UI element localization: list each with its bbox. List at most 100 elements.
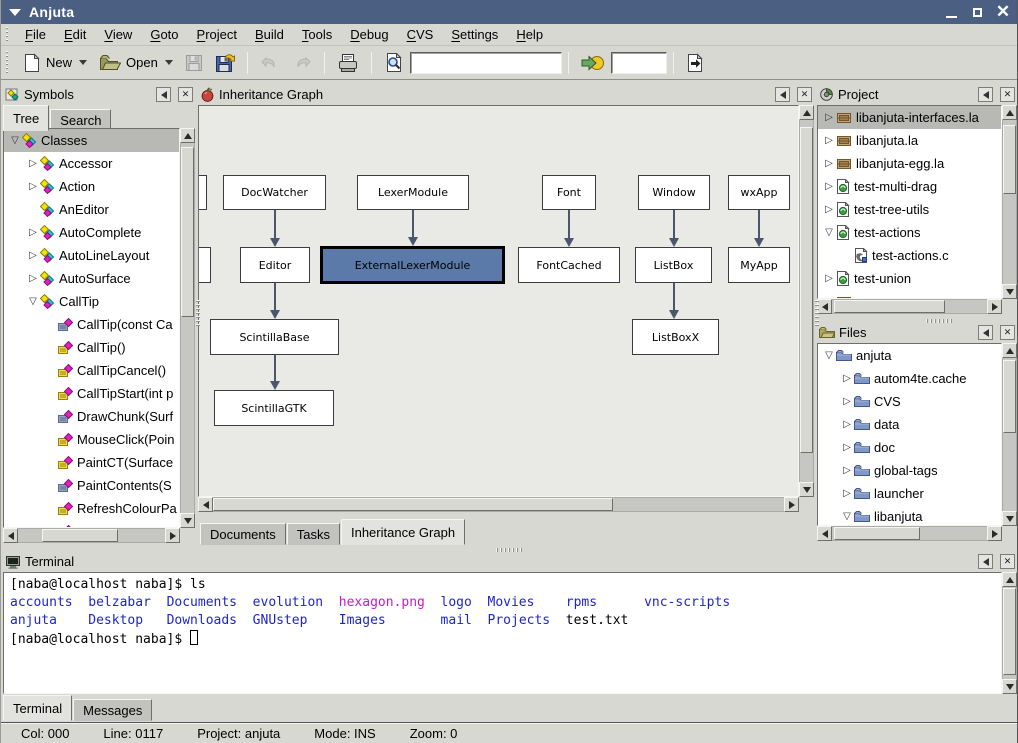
symbols-tab-tree[interactable]: Tree <box>3 105 49 131</box>
menu-item-settings[interactable]: Settings <box>442 25 507 44</box>
menu-item-cvs[interactable]: CVS <box>398 25 443 44</box>
close-icon[interactable]: ✕ <box>995 4 1011 20</box>
file-item-autom4te-cache[interactable]: ▷autom4te.cache <box>818 367 1001 390</box>
graph-node-listboxx[interactable]: ListBoxX <box>632 319 719 355</box>
expander-open-icon[interactable]: ▽ <box>840 512 854 522</box>
graph-node-myapp[interactable]: MyApp <box>728 247 790 283</box>
scrollbar-thumb[interactable] <box>213 498 613 511</box>
scroll-right-icon[interactable] <box>987 526 1002 541</box>
window-menu-icon[interactable] <box>7 4 23 20</box>
terminal-output[interactable]: [naba@localhost naba]$ lsaccounts belzab… <box>3 572 1002 694</box>
file-item-doc[interactable]: ▷doc <box>818 436 1001 459</box>
expander-closed-icon[interactable]: ▷ <box>840 443 854 453</box>
symbol-item-accessor[interactable]: ▷Accessor <box>4 152 179 175</box>
expander-closed-icon[interactable]: ▷ <box>822 205 836 215</box>
menu-item-tools[interactable]: Tools <box>293 25 341 44</box>
terminal-dock-button[interactable] <box>978 554 993 569</box>
graph-node-lexermodule[interactable]: LexerModule <box>357 175 469 210</box>
expander-closed-icon[interactable]: ▷ <box>26 159 40 169</box>
graph-node-scintillabase[interactable]: ScintillaBase <box>210 319 339 355</box>
file-item-launcher[interactable]: ▷launcher <box>818 482 1001 505</box>
scroll-up-icon[interactable] <box>799 105 814 120</box>
search-input[interactable] <box>410 52 562 74</box>
graph-dock-button[interactable] <box>775 87 790 102</box>
expander-closed-icon[interactable]: ▷ <box>26 182 40 192</box>
titlebar[interactable]: Anjuta ✕ <box>1 0 1017 24</box>
menu-item-build[interactable]: Build <box>246 25 293 44</box>
open-dropdown-icon[interactable] <box>165 60 173 65</box>
editor-tab-inheritance-graph[interactable]: Inheritance Graph <box>341 519 465 545</box>
scroll-right-icon[interactable] <box>165 528 180 543</box>
scroll-down-icon[interactable] <box>1002 284 1017 299</box>
scroll-down-icon[interactable] <box>1002 679 1017 694</box>
expander-closed-icon[interactable]: ▷ <box>822 113 836 123</box>
expander-closed-icon[interactable]: ▷ <box>822 274 836 284</box>
menu-item-view[interactable]: View <box>95 25 141 44</box>
scroll-down-icon[interactable] <box>1002 511 1017 526</box>
scrollbar-thumb[interactable] <box>834 300 946 313</box>
scrollbar-thumb[interactable] <box>42 529 118 542</box>
graph-node-item[interactable] <box>198 247 211 283</box>
scroll-up-icon[interactable] <box>180 128 195 143</box>
symbol-item-autosurface[interactable]: ▷AutoSurface <box>4 267 179 290</box>
scroll-left-icon[interactable] <box>3 528 18 543</box>
scroll-down-icon[interactable] <box>180 513 195 528</box>
scrollbar-thumb[interactable] <box>1003 588 1016 675</box>
vertical-scrollbar[interactable] <box>1002 572 1017 694</box>
scrollbar-trough[interactable] <box>18 528 165 543</box>
graph-close-button[interactable]: ✕ <box>797 87 812 102</box>
scroll-left-icon[interactable] <box>817 526 832 541</box>
expander-closed-icon[interactable]: ▷ <box>840 374 854 384</box>
graph-node-item[interactable] <box>198 175 207 210</box>
menu-item-help[interactable]: Help <box>507 25 552 44</box>
splitter-center-right[interactable] <box>815 300 819 326</box>
expander-closed-icon[interactable]: ▷ <box>822 182 836 192</box>
project-item-item[interactable] <box>818 290 1001 299</box>
project-dock-button[interactable] <box>978 87 993 102</box>
expander-open-icon[interactable]: ▽ <box>822 228 836 238</box>
scrollbar-trough[interactable] <box>1002 587 1017 679</box>
symbol-item-calltip[interactable]: ▽CallTip <box>4 290 179 313</box>
file-item-global-tags[interactable]: ▷global-tags <box>818 459 1001 482</box>
file-item-libanjuta[interactable]: ▽libanjuta <box>818 505 1001 526</box>
symbol-item-drawchunk-surf[interactable]: DrawChunk(Surf <box>4 405 179 428</box>
expander-open-icon[interactable]: ▽ <box>26 297 40 307</box>
graph-node-docwatcher[interactable]: DocWatcher <box>223 175 326 210</box>
scrollbar-trough[interactable] <box>1002 358 1017 511</box>
save-all-button[interactable] <box>209 49 241 76</box>
menu-item-project[interactable]: Project <box>188 25 246 44</box>
scrollbar-trough[interactable] <box>1002 120 1017 284</box>
file-item-cvs[interactable]: ▷CVS <box>818 390 1001 413</box>
scrollbar-thumb[interactable] <box>1003 125 1016 194</box>
menu-item-goto[interactable]: Goto <box>141 25 187 44</box>
scroll-down-icon[interactable] <box>799 482 814 497</box>
menu-item-edit[interactable]: Edit <box>55 25 95 44</box>
symbol-item-paintcontents-s[interactable]: PaintContents(S <box>4 474 179 497</box>
project-item-test-actions-c[interactable]: test-actions.c <box>818 244 1001 267</box>
graph-node-font[interactable]: Font <box>542 175 596 210</box>
files-dock-button[interactable] <box>978 325 993 340</box>
new-button[interactable]: New <box>16 49 93 77</box>
expander-open-icon[interactable]: ▽ <box>822 351 836 361</box>
horizontal-scrollbar[interactable] <box>198 497 799 512</box>
symbol-item-classes[interactable]: ▽Classes <box>4 129 179 152</box>
scroll-up-icon[interactable] <box>1002 572 1017 587</box>
print-button[interactable] <box>331 49 365 77</box>
scroll-right-icon[interactable] <box>784 497 799 512</box>
splitter-project-files[interactable] <box>926 319 952 323</box>
scroll-up-icon[interactable] <box>1002 343 1017 358</box>
scrollbar-trough[interactable] <box>180 143 195 513</box>
vertical-scrollbar[interactable] <box>1002 105 1017 299</box>
undo-button[interactable] <box>254 50 286 76</box>
expander-closed-icon[interactable]: ▷ <box>26 228 40 238</box>
horizontal-scrollbar[interactable] <box>817 299 1002 314</box>
project-item-test-multi-drag[interactable]: ▷test-multi-drag <box>818 175 1001 198</box>
symbol-item-calltip[interactable]: CallTip() <box>4 336 179 359</box>
project-item-test-actions[interactable]: ▽test-actions <box>818 221 1001 244</box>
new-dropdown-icon[interactable] <box>79 60 87 65</box>
symbol-item-item[interactable] <box>4 520 179 528</box>
symbol-item-mouseclick-poin[interactable]: MouseClick(Poin <box>4 428 179 451</box>
maximize-icon[interactable] <box>969 4 985 20</box>
symbol-item-aneditor[interactable]: AnEditor <box>4 198 179 221</box>
symbol-item-paintct-surface[interactable]: PaintCT(Surface <box>4 451 179 474</box>
